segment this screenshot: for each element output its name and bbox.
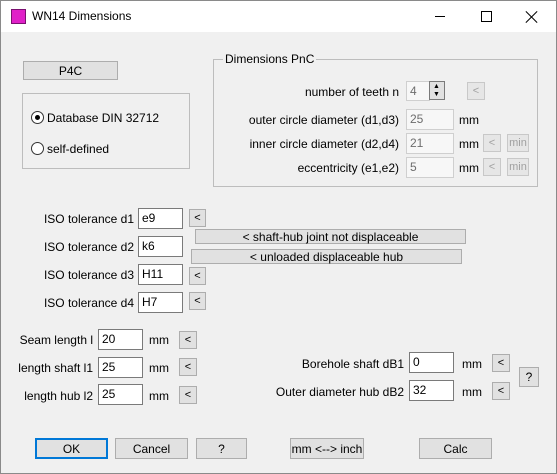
iso-d3-arrow-button[interactable]: < <box>189 267 206 285</box>
minimize-button[interactable] <box>417 1 463 32</box>
hub-length-input[interactable]: 25 <box>98 384 143 405</box>
spin-up-icon[interactable]: ▲ <box>433 83 440 90</box>
outer-hub-diameter-unit: mm <box>462 385 482 399</box>
seam-length-unit: mm <box>149 333 169 347</box>
app-icon <box>11 9 26 24</box>
seam-length-label: Seam length l <box>19 333 93 347</box>
iso-d2-input[interactable]: k6 <box>138 236 183 257</box>
dimensions-group-title: Dimensions PnC <box>223 52 317 66</box>
outer-diameter-label: outer circle diameter (d1,d3) <box>248 113 399 127</box>
help-button[interactable]: ? <box>196 438 247 459</box>
bore-help-button[interactable]: ? <box>519 367 539 387</box>
outer-hub-diameter-label: Outer diameter hub dB2 <box>275 385 404 399</box>
seam-length-arrow-button[interactable]: < <box>179 331 197 349</box>
standard-group <box>22 93 190 169</box>
shaft-length-label: length shaft l1 <box>18 361 93 375</box>
teeth-label: number of teeth n <box>304 85 399 99</box>
inner-diameter-input[interactable]: 21 <box>406 133 454 154</box>
units-toggle-button[interactable]: mm <--> inch <box>290 438 364 459</box>
radio-self-defined-label[interactable]: self-defined <box>47 142 109 156</box>
outer-diameter-input[interactable]: 25 <box>406 109 454 130</box>
radio-database[interactable] <box>31 111 44 124</box>
window-title: WN14 Dimensions <box>32 9 132 23</box>
ok-button[interactable]: OK <box>35 438 108 459</box>
radio-self-defined[interactable] <box>31 142 44 155</box>
iso-d4-arrow-button[interactable]: < <box>189 292 206 310</box>
iso-d2-label: ISO tolerance d2 <box>43 240 134 254</box>
unloaded-hub-button[interactable]: < unloaded displaceable hub <box>191 249 462 264</box>
eccentricity-label: eccentricity (e1,e2) <box>297 161 399 175</box>
radio-selected-dot <box>35 115 40 120</box>
inner-diameter-arrow-button[interactable]: < <box>483 134 501 152</box>
minimize-icon <box>435 16 445 17</box>
iso-d1-input[interactable]: e9 <box>138 208 183 229</box>
iso-d4-label: ISO tolerance d4 <box>43 296 134 310</box>
close-button[interactable] <box>509 1 555 32</box>
borehole-shaft-arrow-button[interactable]: < <box>492 354 510 372</box>
iso-d3-input[interactable]: H11 <box>138 264 183 285</box>
hub-length-arrow-button[interactable]: < <box>179 386 197 404</box>
spin-down-icon[interactable]: ▼ <box>433 91 440 98</box>
calc-button[interactable]: Calc <box>419 438 492 459</box>
shaft-hub-joint-button[interactable]: < shaft-hub joint not displaceable <box>195 229 466 244</box>
iso-d3-label: ISO tolerance d3 <box>43 268 134 282</box>
inner-diameter-unit: mm <box>459 137 479 151</box>
teeth-input[interactable]: 4 <box>406 81 430 101</box>
shaft-length-arrow-button[interactable]: < <box>179 358 197 376</box>
shaft-length-unit: mm <box>149 361 169 375</box>
iso-d4-input[interactable]: H7 <box>138 292 183 313</box>
eccentricity-unit: mm <box>459 161 479 175</box>
eccentricity-input[interactable]: 5 <box>406 157 454 178</box>
dialog-window: WN14 Dimensions P4C Database DIN 32712 s… <box>0 0 557 474</box>
teeth-spinner[interactable]: ▲ ▼ <box>429 81 445 100</box>
eccentricity-arrow-button[interactable]: < <box>483 158 501 176</box>
seam-length-input[interactable]: 20 <box>98 329 143 350</box>
eccentricity-min-button[interactable]: min <box>507 158 529 176</box>
inner-diameter-min-button[interactable]: min <box>507 134 529 152</box>
inner-diameter-label: inner circle diameter (d2,d4) <box>249 137 399 151</box>
outer-hub-diameter-input[interactable]: 32 <box>409 380 454 401</box>
maximize-button[interactable] <box>463 1 509 32</box>
hub-length-unit: mm <box>149 389 169 403</box>
shaft-length-input[interactable]: 25 <box>98 357 143 378</box>
hub-length-label: length hub l2 <box>24 389 93 403</box>
p4c-button[interactable]: P4C <box>23 61 118 80</box>
teeth-arrow-button[interactable]: < <box>467 82 485 100</box>
title-bar[interactable]: WN14 Dimensions <box>1 1 556 32</box>
outer-diameter-unit: mm <box>459 113 479 127</box>
borehole-shaft-label: Borehole shaft dB1 <box>301 357 404 371</box>
iso-d1-arrow-button[interactable]: < <box>189 209 206 227</box>
outer-hub-diameter-arrow-button[interactable]: < <box>492 382 510 400</box>
cancel-button[interactable]: Cancel <box>115 438 188 459</box>
iso-d1-label: ISO tolerance d1 <box>43 212 134 226</box>
borehole-shaft-input[interactable]: 0 <box>409 352 454 373</box>
borehole-shaft-unit: mm <box>462 357 482 371</box>
radio-database-label[interactable]: Database DIN 32712 <box>47 111 159 125</box>
close-icon <box>526 11 538 23</box>
maximize-icon <box>480 11 492 22</box>
